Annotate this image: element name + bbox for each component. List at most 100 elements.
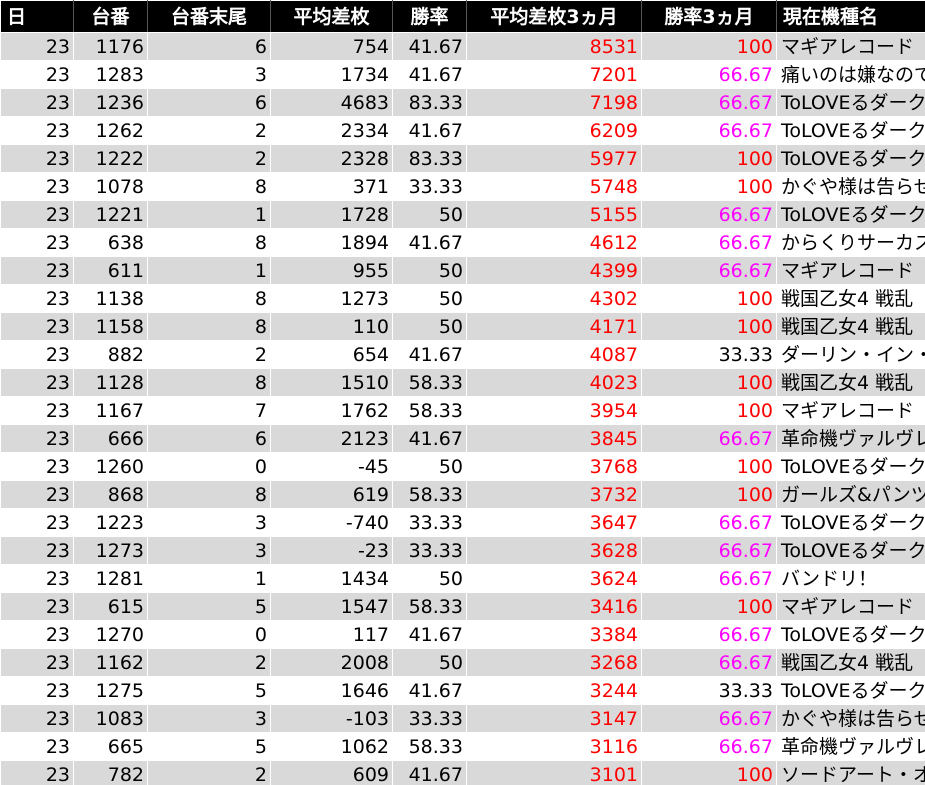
cell-avg-diff[interactable]: 371 [270, 172, 393, 201]
cell-machine-number[interactable]: 638 [73, 228, 148, 257]
header-win-rate-3m[interactable]: 勝率3ヵ月 [641, 0, 777, 33]
cell-avg-diff-3m[interactable]: 4399 [466, 256, 642, 285]
cell-win-rate-3m[interactable]: 66.67 [641, 536, 777, 565]
cell-avg-diff-3m[interactable]: 3732 [466, 480, 642, 509]
cell-win-rate[interactable]: 50 [392, 284, 467, 313]
cell-current-model[interactable]: 革命機ヴァルヴレイヴ [776, 424, 925, 453]
cell-win-rate-3m[interactable]: 100 [641, 144, 777, 173]
cell-current-model[interactable]: ガールズ&パンツァー [776, 480, 925, 509]
cell-machine-number[interactable]: 1083 [73, 704, 148, 733]
header-day[interactable]: 日 [0, 0, 74, 33]
cell-avg-diff-3m[interactable]: 4171 [466, 312, 642, 341]
header-machine-last-digit[interactable]: 台番末尾 [147, 0, 271, 33]
cell-day[interactable]: 23 [0, 256, 74, 285]
cell-last-digit[interactable]: 8 [147, 368, 271, 397]
cell-avg-diff-3m[interactable]: 3384 [466, 620, 642, 649]
cell-avg-diff[interactable]: 1510 [270, 368, 393, 397]
cell-last-digit[interactable]: 3 [147, 704, 271, 733]
cell-machine-number[interactable]: 1221 [73, 200, 148, 229]
cell-win-rate[interactable]: 58.33 [392, 480, 467, 509]
cell-last-digit[interactable]: 6 [147, 424, 271, 453]
cell-machine-number[interactable]: 1236 [73, 88, 148, 117]
cell-avg-diff-3m[interactable]: 4087 [466, 340, 642, 369]
cell-machine-number[interactable]: 666 [73, 424, 148, 453]
cell-day[interactable]: 23 [0, 508, 74, 537]
header-win-rate[interactable]: 勝率 [392, 0, 467, 33]
cell-day[interactable]: 23 [0, 564, 74, 593]
cell-win-rate[interactable]: 33.33 [392, 508, 467, 537]
cell-machine-number[interactable]: 1262 [73, 116, 148, 145]
cell-avg-diff-3m[interactable]: 3845 [466, 424, 642, 453]
cell-avg-diff-3m[interactable]: 5748 [466, 172, 642, 201]
cell-current-model[interactable]: かぐや様は告らせたい [776, 704, 925, 733]
cell-avg-diff[interactable]: -740 [270, 508, 393, 537]
cell-win-rate[interactable]: 50 [392, 648, 467, 677]
cell-avg-diff-3m[interactable]: 7201 [466, 60, 642, 89]
cell-last-digit[interactable]: 5 [147, 592, 271, 621]
cell-current-model[interactable]: ダーリン・イン・ザ [776, 340, 925, 369]
cell-win-rate[interactable]: 58.33 [392, 396, 467, 425]
cell-current-model[interactable]: ToLOVEるダークネス [776, 676, 925, 705]
cell-last-digit[interactable]: 2 [147, 340, 271, 369]
cell-day[interactable]: 23 [0, 536, 74, 565]
cell-avg-diff-3m[interactable]: 3624 [466, 564, 642, 593]
header-avg-diff-3m[interactable]: 平均差枚3ヵ月 [466, 0, 642, 33]
cell-last-digit[interactable]: 2 [147, 144, 271, 173]
cell-last-digit[interactable]: 8 [147, 172, 271, 201]
cell-avg-diff[interactable]: 955 [270, 256, 393, 285]
cell-avg-diff-3m[interactable]: 3768 [466, 452, 642, 481]
cell-last-digit[interactable]: 3 [147, 536, 271, 565]
cell-last-digit[interactable]: 3 [147, 60, 271, 89]
cell-current-model[interactable]: かぐや様は告らせたい [776, 172, 925, 201]
cell-avg-diff[interactable]: 2328 [270, 144, 393, 173]
cell-last-digit[interactable]: 1 [147, 564, 271, 593]
cell-day[interactable]: 23 [0, 200, 74, 229]
cell-win-rate[interactable]: 41.67 [392, 340, 467, 369]
cell-day[interactable]: 23 [0, 312, 74, 341]
cell-avg-diff[interactable]: 609 [270, 760, 393, 785]
cell-current-model[interactable]: マギアレコード [776, 592, 925, 621]
cell-avg-diff-3m[interactable]: 8531 [466, 32, 642, 61]
cell-win-rate[interactable]: 41.67 [392, 676, 467, 705]
cell-day[interactable]: 23 [0, 144, 74, 173]
cell-win-rate-3m[interactable]: 66.67 [641, 564, 777, 593]
cell-current-model[interactable]: マギアレコード [776, 32, 925, 61]
cell-win-rate[interactable]: 50 [392, 312, 467, 341]
cell-win-rate-3m[interactable]: 100 [641, 284, 777, 313]
cell-day[interactable]: 23 [0, 648, 74, 677]
cell-current-model[interactable]: マギアレコード [776, 256, 925, 285]
cell-last-digit[interactable]: 8 [147, 228, 271, 257]
cell-avg-diff-3m[interactable]: 4023 [466, 368, 642, 397]
cell-avg-diff-3m[interactable]: 3116 [466, 732, 642, 761]
cell-avg-diff[interactable]: -103 [270, 704, 393, 733]
cell-win-rate[interactable]: 58.33 [392, 732, 467, 761]
cell-day[interactable]: 23 [0, 284, 74, 313]
cell-win-rate[interactable]: 33.33 [392, 172, 467, 201]
cell-day[interactable]: 23 [0, 480, 74, 509]
cell-win-rate[interactable]: 41.67 [392, 424, 467, 453]
cell-last-digit[interactable]: 8 [147, 312, 271, 341]
cell-machine-number[interactable]: 1270 [73, 620, 148, 649]
cell-win-rate[interactable]: 41.67 [392, 60, 467, 89]
cell-machine-number[interactable]: 882 [73, 340, 148, 369]
cell-win-rate[interactable]: 33.33 [392, 536, 467, 565]
cell-win-rate-3m[interactable]: 66.67 [641, 704, 777, 733]
cell-day[interactable]: 23 [0, 760, 74, 785]
cell-avg-diff-3m[interactable]: 3244 [466, 676, 642, 705]
cell-day[interactable]: 23 [0, 452, 74, 481]
cell-current-model[interactable]: 戦国乙女4 戦乱 [776, 368, 925, 397]
cell-win-rate-3m[interactable]: 66.67 [641, 648, 777, 677]
cell-day[interactable]: 23 [0, 32, 74, 61]
cell-current-model[interactable]: ToLOVEるダークネス [776, 200, 925, 229]
cell-last-digit[interactable]: 2 [147, 648, 271, 677]
cell-machine-number[interactable]: 1138 [73, 284, 148, 313]
cell-avg-diff-3m[interactable]: 3416 [466, 592, 642, 621]
cell-day[interactable]: 23 [0, 88, 74, 117]
cell-last-digit[interactable]: 2 [147, 760, 271, 785]
cell-avg-diff-3m[interactable]: 4612 [466, 228, 642, 257]
cell-avg-diff[interactable]: 754 [270, 32, 393, 61]
cell-current-model[interactable]: 戦国乙女4 戦乱 [776, 648, 925, 677]
cell-day[interactable]: 23 [0, 704, 74, 733]
cell-win-rate[interactable]: 83.33 [392, 88, 467, 117]
cell-day[interactable]: 23 [0, 676, 74, 705]
